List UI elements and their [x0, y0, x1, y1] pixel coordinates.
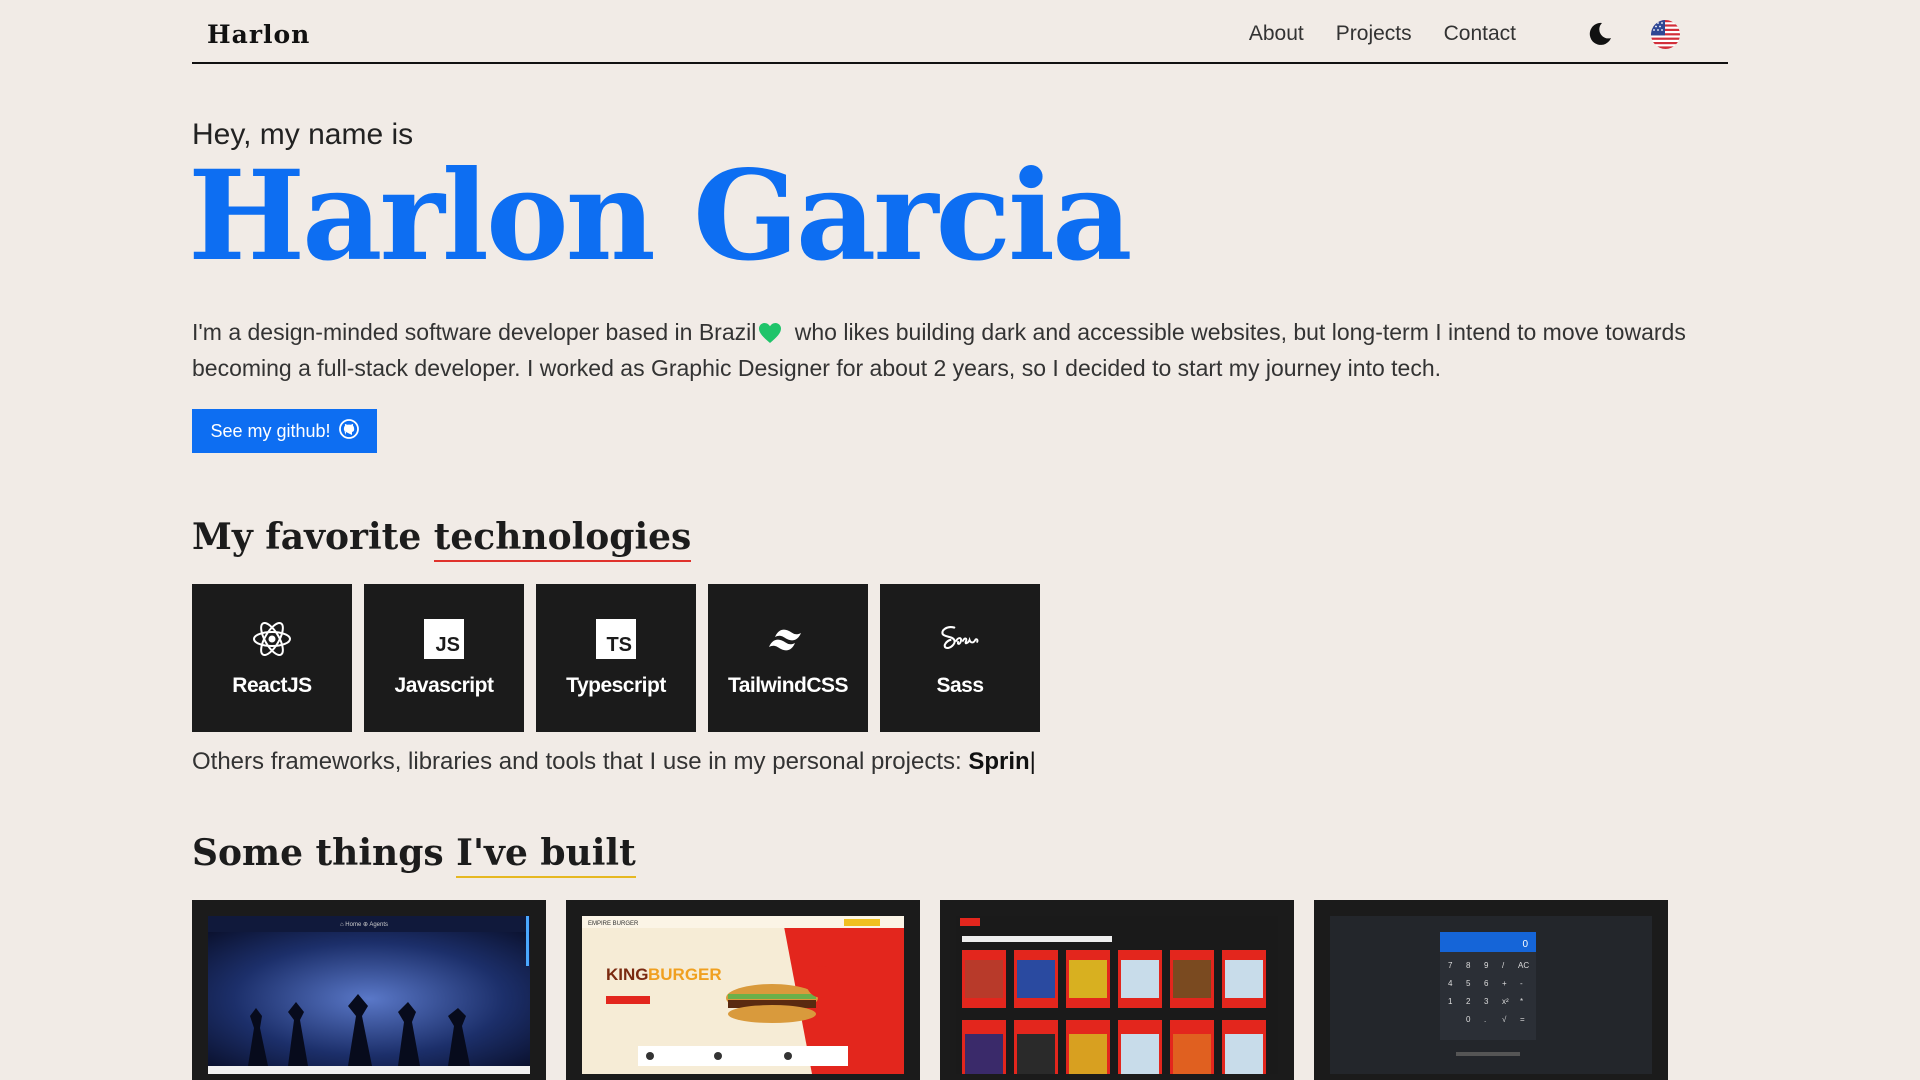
- moon-icon[interactable]: [1587, 21, 1613, 47]
- hero-bio: I'm a design-minded software developer b…: [192, 316, 1732, 384]
- tech-card-javascript[interactable]: JS Javascript: [364, 584, 524, 732]
- svg-text:6: 6: [1484, 979, 1489, 988]
- svg-text:BURGER: BURGER: [648, 965, 722, 984]
- svg-text:9: 9: [1484, 961, 1489, 970]
- project-card-marvel[interactable]: [940, 900, 1294, 1080]
- project-thumbnail: 0 7 8 9/AC 4 5 6 + - 1 2 3 x² * 0. √ =: [1330, 916, 1652, 1074]
- green-heart-icon: [758, 320, 782, 352]
- svg-text:*: *: [1520, 997, 1523, 1006]
- tailwind-icon: [767, 618, 809, 660]
- nav-about[interactable]: About: [1249, 22, 1304, 46]
- nav-projects[interactable]: Projects: [1336, 22, 1412, 46]
- svg-text:8: 8: [1466, 961, 1471, 970]
- projects-title: Some things I've built: [192, 832, 636, 878]
- svg-text:2: 2: [1466, 997, 1471, 1006]
- tech-label: TailwindCSS: [727, 674, 849, 697]
- svg-text:-: -: [1520, 979, 1523, 988]
- top-navbar: Harlon About Projects Contact: [192, 0, 1728, 64]
- us-flag-icon[interactable]: [1651, 20, 1680, 49]
- svg-text:√: √: [1502, 1015, 1507, 1024]
- project-thumbnail: [956, 916, 1278, 1074]
- tech-label: Javascript: [394, 674, 494, 697]
- svg-text:EMPIRE BURGER: EMPIRE BURGER: [588, 921, 639, 927]
- svg-text:3: 3: [1484, 997, 1489, 1006]
- project-thumbnail: ⌂ Home ⊕ Agents: [208, 916, 530, 1074]
- projects-list: ⌂ Home ⊕ Agents EMPIRE BURGER KING BURGE…: [192, 900, 1668, 1080]
- project-card-calculator[interactable]: 0 7 8 9/AC 4 5 6 + - 1 2 3 x² * 0. √ =: [1314, 900, 1668, 1080]
- hero-name: Harlon Garcia: [188, 144, 1132, 289]
- github-icon: [338, 418, 359, 444]
- typing-caret: |: [1029, 748, 1036, 775]
- svg-text:1: 1: [1448, 997, 1453, 1006]
- svg-text:AC: AC: [1518, 961, 1529, 970]
- tech-card-tailwind[interactable]: TailwindCSS: [708, 584, 868, 732]
- react-icon: [251, 618, 293, 660]
- other-tools-text: Others frameworks, libraries and tools t…: [192, 748, 1036, 775]
- technologies-list: ReactJS JS Javascript TS Typescript Tail…: [192, 584, 1040, 732]
- svg-text:5: 5: [1466, 979, 1471, 988]
- bio-text-1: I'm a design-minded software developer b…: [192, 319, 757, 345]
- github-button[interactable]: See my github!: [192, 409, 377, 453]
- tech-card-react[interactable]: ReactJS: [192, 584, 352, 732]
- technologies-title: My favorite technologies: [192, 516, 692, 562]
- svg-text:⌂ Home ⊕ Agents: ⌂ Home ⊕ Agents: [340, 922, 388, 928]
- nav-contact[interactable]: Contact: [1444, 22, 1516, 46]
- svg-text:=: =: [1520, 1015, 1525, 1024]
- svg-text:4: 4: [1448, 979, 1453, 988]
- svg-text:KING: KING: [606, 965, 649, 984]
- svg-text:7: 7: [1448, 961, 1453, 970]
- svg-text:0: 0: [1522, 939, 1528, 950]
- project-thumbnail: EMPIRE BURGER KING BURGER: [582, 916, 904, 1074]
- github-button-label: See my github!: [210, 420, 331, 441]
- typescript-icon: TS: [595, 618, 637, 660]
- svg-text:0: 0: [1466, 1015, 1471, 1024]
- tech-card-typescript[interactable]: TS Typescript: [536, 584, 696, 732]
- site-logo[interactable]: Harlon: [207, 20, 310, 49]
- tech-card-sass[interactable]: Sass: [880, 584, 1040, 732]
- svg-text:+: +: [1502, 979, 1507, 988]
- tech-label: Sass: [936, 674, 984, 697]
- project-card-burger[interactable]: EMPIRE BURGER KING BURGER: [566, 900, 920, 1080]
- typed-tool-name: Sprin: [968, 748, 1030, 775]
- javascript-icon: JS: [423, 618, 465, 660]
- svg-text:x²: x²: [1502, 997, 1509, 1006]
- tech-label: ReactJS: [232, 674, 312, 697]
- tech-label: Typescript: [566, 674, 666, 697]
- sass-icon: [939, 618, 981, 660]
- svg-text:.: .: [1484, 1015, 1486, 1024]
- main-nav: About Projects Contact: [1249, 22, 1516, 46]
- project-card-agents[interactable]: ⌂ Home ⊕ Agents: [192, 900, 546, 1080]
